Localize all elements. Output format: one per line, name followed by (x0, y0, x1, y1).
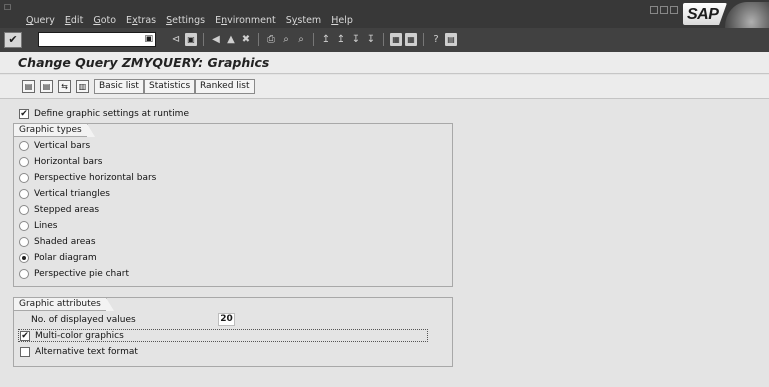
menu-settings[interactable]: Settings (166, 15, 205, 26)
radio-row[interactable]: Polar diagram (19, 251, 97, 265)
group-title: Graphic attributes (14, 298, 114, 311)
minimize-icon[interactable] (650, 6, 658, 14)
menu-list: Query Edit Goto Extras Settings Environm… (26, 15, 353, 26)
table-icon[interactable]: ▥ (76, 80, 89, 93)
radio-label: Stepped areas (34, 205, 100, 215)
switch-icon[interactable]: ⇆ (58, 80, 71, 93)
shortcut-icon[interactable]: ▦ (405, 33, 417, 46)
radio-row[interactable]: Shaded areas (19, 235, 96, 249)
radio-button[interactable] (19, 173, 29, 183)
statistics-button[interactable]: Statistics (144, 79, 196, 94)
command-field[interactable]: ▣ (38, 32, 156, 47)
save-icon[interactable]: ▣ (185, 33, 197, 46)
close-icon[interactable] (670, 6, 678, 14)
alt-text-row: Alternative text format (20, 345, 138, 359)
radio-button[interactable] (19, 205, 29, 215)
radio-row[interactable]: Vertical triangles (19, 187, 110, 201)
menu-query[interactable]: Query (26, 15, 55, 26)
back-arrow-icon[interactable]: ⊲ (170, 33, 182, 46)
separator (383, 33, 384, 46)
basic-list-button[interactable]: Basic list (94, 79, 144, 94)
group-title: Graphic types (14, 124, 95, 137)
menu-environment[interactable]: Environment (215, 15, 276, 26)
multicolor-checkbox[interactable]: ✔ (20, 331, 30, 341)
enter-button[interactable]: ✔ (4, 32, 22, 48)
multicolor-label: Multi-color graphics (35, 331, 124, 341)
find-icon[interactable]: ⌕ (280, 33, 292, 46)
radio-button[interactable] (19, 141, 29, 151)
system-menu-icon[interactable]: ☐ (4, 3, 13, 12)
separator (313, 33, 314, 46)
menu-goto[interactable]: Goto (93, 15, 116, 26)
previous-page-icon[interactable]: ↥ (335, 33, 347, 46)
radio-label: Lines (34, 221, 58, 231)
radio-button-selected[interactable] (19, 253, 29, 263)
menu-system[interactable]: System (286, 15, 321, 26)
menu-extras[interactable]: Extras (126, 15, 156, 26)
multicolor-row: ✔ Multi-color graphics (20, 329, 124, 343)
radio-button[interactable] (19, 269, 29, 279)
radio-label: Vertical bars (34, 141, 91, 151)
last-page-icon[interactable]: ↧ (365, 33, 377, 46)
radio-button[interactable] (19, 189, 29, 199)
menu-help[interactable]: Help (331, 15, 353, 26)
radio-row[interactable]: Vertical bars (19, 139, 90, 153)
maximize-icon[interactable] (660, 6, 668, 14)
toolbar-icons: ⊲ ▣ ◀ ▲ ✖ ⎙ ⌕ ⌕ ↥ ↥ ↧ ↧ ▦ ▦ ? ▤ (170, 33, 457, 46)
radio-row[interactable]: Horizontal bars (19, 155, 102, 169)
cancel-icon[interactable]: ✖ (240, 33, 252, 46)
alt-text-checkbox[interactable] (20, 347, 30, 357)
separator (258, 33, 259, 46)
radio-label: Perspective horizontal bars (34, 173, 157, 183)
find-next-icon[interactable]: ⌕ (295, 33, 307, 46)
help-icon[interactable]: ? (430, 33, 442, 46)
command-history-icon[interactable]: ▣ (144, 34, 153, 44)
exit-icon[interactable]: ▲ (225, 33, 237, 46)
main-content: ✔ Define graphic settings at runtime Gra… (0, 100, 769, 387)
radio-label: Horizontal bars (34, 157, 103, 167)
page-title: Change Query ZMYQUERY: Graphics (18, 55, 270, 70)
application-toolbar: ▤ ▤ ⇆ ▥ Basic list Statistics Ranked lis… (0, 75, 769, 99)
radio-button[interactable] (19, 157, 29, 167)
print-preview-icon[interactable]: ▤ (22, 80, 35, 93)
create-session-icon[interactable]: ▦ (390, 33, 402, 46)
back-icon[interactable]: ◀ (210, 33, 222, 46)
radio-button[interactable] (19, 221, 29, 231)
menu-edit[interactable]: Edit (65, 15, 83, 26)
title-bar: Change Query ZMYQUERY: Graphics (0, 52, 769, 74)
separator (203, 33, 204, 46)
radio-label: Polar diagram (34, 253, 97, 263)
radio-label: Vertical triangles (34, 189, 110, 199)
menu-bar: ☐ Query Edit Goto Extras Settings Enviro… (0, 0, 769, 52)
radio-label: Shaded areas (34, 237, 96, 247)
layout-menu-icon[interactable]: ▤ (445, 33, 457, 46)
separator (423, 33, 424, 46)
radio-button[interactable] (19, 237, 29, 247)
alt-text-label: Alternative text format (35, 347, 138, 357)
runtime-checkbox[interactable]: ✔ (19, 109, 29, 119)
display-icon[interactable]: ▤ (40, 80, 53, 93)
runtime-label: Define graphic settings at runtime (34, 109, 189, 119)
standard-toolbar: ✔ ▣ ⊲ ▣ ◀ ▲ ✖ ⎙ ⌕ ⌕ ↥ ↥ ↧ ↧ ▦ ▦ ? ▤ (0, 28, 769, 52)
displayed-values-label: No. of displayed values (31, 315, 136, 325)
radio-row[interactable]: Stepped areas (19, 203, 99, 217)
first-page-icon[interactable]: ↥ (320, 33, 332, 46)
radio-row[interactable]: Perspective pie chart (19, 267, 129, 281)
sap-logo: SAP (683, 3, 727, 25)
command-input[interactable] (39, 33, 139, 46)
next-page-icon[interactable]: ↧ (350, 33, 362, 46)
graphic-attributes-group: Graphic attributes No. of displayed valu… (13, 297, 453, 367)
print-icon[interactable]: ⎙ (265, 33, 277, 46)
graphic-types-group: Graphic types Vertical bars Horizontal b… (13, 123, 453, 287)
radio-row[interactable]: Lines (19, 219, 57, 233)
runtime-row: ✔ Define graphic settings at runtime (19, 107, 189, 121)
ranked-list-button[interactable]: Ranked list (195, 79, 255, 94)
radio-label: Perspective pie chart (34, 269, 129, 279)
radio-row[interactable]: Perspective horizontal bars (19, 171, 156, 185)
window-controls (650, 6, 678, 14)
displayed-values-field[interactable]: 20 (218, 313, 235, 326)
